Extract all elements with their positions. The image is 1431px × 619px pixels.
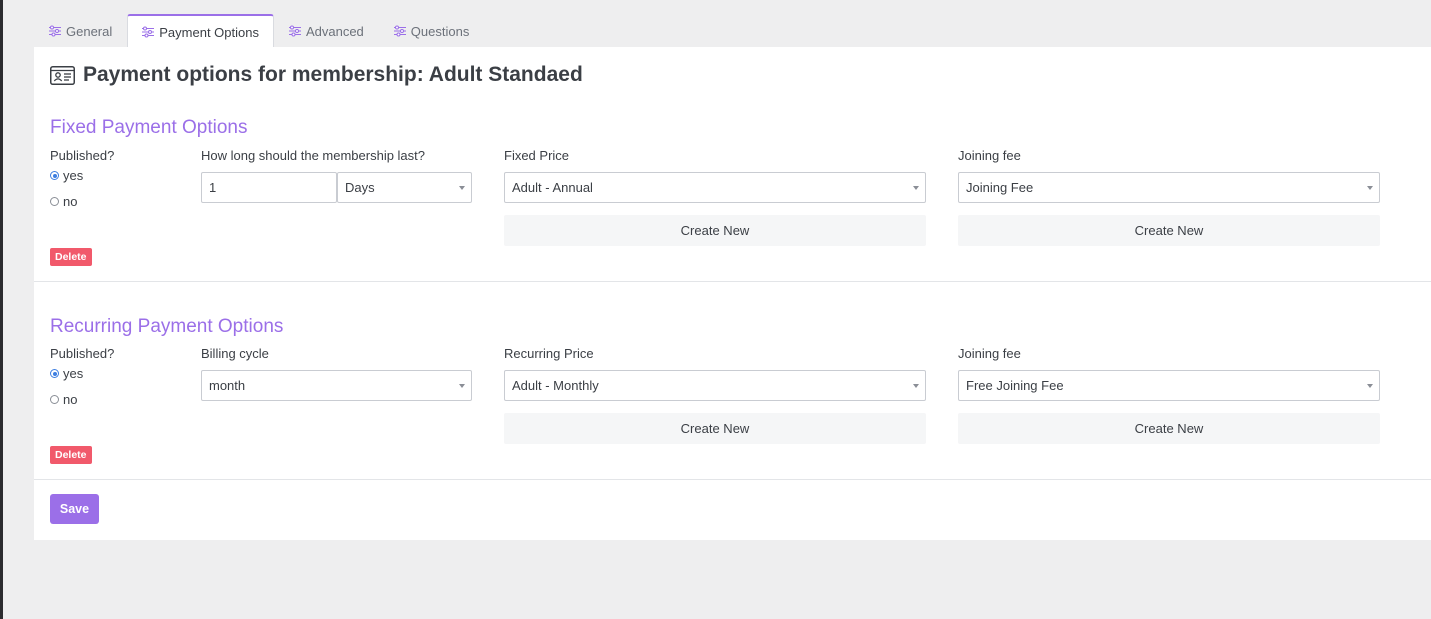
save-button[interactable]: Save <box>50 494 99 524</box>
fixed-fee-label: Joining fee <box>958 148 1021 163</box>
radio-yes-label: yes <box>63 168 84 183</box>
radio-yes[interactable] <box>50 369 59 378</box>
chevron-down-icon <box>1367 186 1373 190</box>
page-title-text: Payment options for membership: Adult St… <box>83 63 583 86</box>
recurring-fee-select[interactable]: Free Joining Fee <box>958 370 1380 401</box>
recurring-cycle-label: Billing cycle <box>201 346 269 361</box>
select-value: Adult - Monthly <box>512 378 599 393</box>
fixed-duration-label: How long should the membership last? <box>201 148 426 163</box>
fixed-price-label: Fixed Price <box>504 148 570 163</box>
chevron-down-icon <box>1367 384 1373 388</box>
tab-general[interactable]: General <box>34 14 127 47</box>
chevron-down-icon <box>459 186 465 190</box>
select-value: Joining Fee <box>966 180 1034 195</box>
radio-no[interactable] <box>50 395 59 404</box>
radio-no[interactable] <box>50 197 59 206</box>
recurring-price-label: Recurring Price <box>504 346 594 361</box>
id-card-icon <box>50 65 75 85</box>
tab-bar: General Payment Options Advanced Questio… <box>34 14 484 48</box>
payment-options-panel: Payment options for membership: Adult St… <box>34 47 1431 540</box>
sliders-icon <box>393 25 406 37</box>
fixed-section-title: Fixed Payment Options <box>50 117 248 138</box>
tab-label: General <box>66 23 113 39</box>
radio-no-label: no <box>63 194 78 209</box>
select-value: month <box>209 378 246 393</box>
fixed-price-select[interactable]: Adult - Annual <box>504 172 926 203</box>
tab-advanced[interactable]: Advanced <box>274 14 379 47</box>
chevron-down-icon <box>459 384 465 388</box>
radio-yes-label: yes <box>63 366 84 381</box>
page-title: Payment options for membership: Adult St… <box>50 63 583 87</box>
select-value: Adult - Annual <box>512 180 593 195</box>
recurring-fee-create-button[interactable]: Create New <box>958 413 1380 444</box>
radio-no-label: no <box>63 392 78 407</box>
fixed-published-label: Published? <box>50 148 115 163</box>
tab-label: Advanced <box>305 23 364 39</box>
recurring-fee-label: Joining fee <box>958 346 1021 361</box>
window-edge <box>0 0 3 619</box>
chevron-down-icon <box>913 186 919 190</box>
tab-questions[interactable]: Questions <box>379 14 485 47</box>
tab-label: Payment Options <box>159 24 259 40</box>
sliders-icon <box>288 25 301 37</box>
recurring-published-yes[interactable]: yes <box>50 366 83 381</box>
fixed-published-no[interactable]: no <box>50 194 77 209</box>
chevron-down-icon <box>913 384 919 388</box>
tab-payment-options[interactable]: Payment Options <box>127 14 274 48</box>
section-divider <box>34 281 1431 282</box>
recurring-price-select[interactable]: Adult - Monthly <box>504 370 926 401</box>
recurring-delete-button[interactable]: Delete <box>50 446 92 464</box>
fixed-delete-button[interactable]: Delete <box>50 248 92 266</box>
section-divider <box>34 479 1431 480</box>
fixed-duration-input[interactable]: 1 <box>201 172 337 203</box>
recurring-price-create-button[interactable]: Create New <box>504 413 926 444</box>
sliders-icon <box>142 26 155 38</box>
recurring-published-no[interactable]: no <box>50 392 77 407</box>
radio-yes[interactable] <box>50 171 59 180</box>
fixed-fee-create-button[interactable]: Create New <box>958 215 1380 246</box>
sliders-icon <box>49 25 61 37</box>
fixed-duration-unit-select[interactable]: Days <box>337 172 472 203</box>
tab-label: Questions <box>410 23 470 39</box>
recurring-section-title: Recurring Payment Options <box>50 316 284 337</box>
recurring-cycle-select[interactable]: month <box>201 370 472 401</box>
fixed-price-create-button[interactable]: Create New <box>504 215 926 246</box>
fixed-published-yes[interactable]: yes <box>50 168 83 183</box>
fixed-fee-select[interactable]: Joining Fee <box>958 172 1380 203</box>
recurring-published-label: Published? <box>50 346 115 361</box>
select-value: Days <box>345 180 375 195</box>
select-value: Free Joining Fee <box>966 378 1064 393</box>
